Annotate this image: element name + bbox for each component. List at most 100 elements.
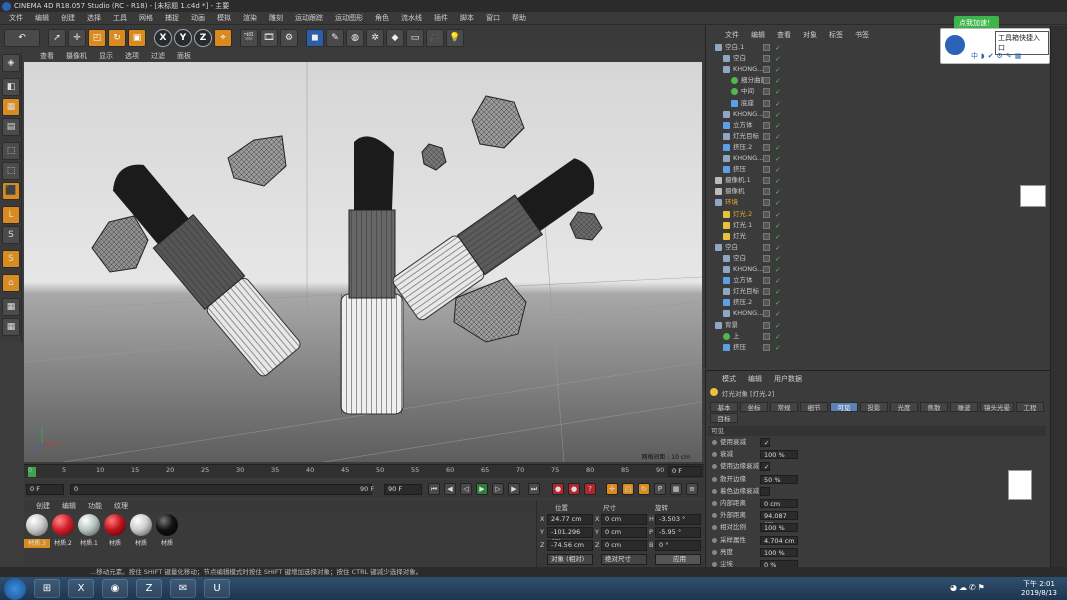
z-axis-icon[interactable]: Z xyxy=(194,29,212,47)
tab-project[interactable]: 工程 xyxy=(1016,402,1044,412)
menu-window[interactable]: 窗口 xyxy=(480,13,506,23)
object-name[interactable]: KHONG... xyxy=(733,64,763,75)
visibility-toggle[interactable] xyxy=(763,277,770,285)
material-label[interactable]: 材质 xyxy=(154,539,180,548)
vp-menu-view[interactable]: 查看 xyxy=(34,51,60,61)
next-key-icon[interactable]: ▶ xyxy=(508,483,520,495)
object-name[interactable]: 立方体 xyxy=(733,120,753,131)
array-icon[interactable]: ✲ xyxy=(366,29,384,47)
record-keys-icon[interactable]: ● xyxy=(552,483,564,495)
x-axis-icon[interactable]: X xyxy=(154,29,172,47)
rotate-icon[interactable]: ↻ xyxy=(108,29,126,47)
material-swatch[interactable] xyxy=(156,514,178,536)
keyframe-selection-icon[interactable]: ? xyxy=(584,483,596,495)
grid-lock-icon[interactable]: ▦ xyxy=(2,318,20,336)
object-name[interactable]: 灯光目标 xyxy=(733,131,759,142)
object-row[interactable]: 摄像机.1 ✓ xyxy=(709,175,1047,186)
attr-menu-edit[interactable]: 编辑 xyxy=(742,374,768,384)
animate-dot-icon[interactable] xyxy=(712,549,717,555)
avatar[interactable] xyxy=(943,33,967,57)
prev-key-icon[interactable]: ◀ xyxy=(444,483,456,495)
attribute-value[interactable]: 100 % xyxy=(760,523,798,533)
next-frame-icon[interactable]: ▷ xyxy=(492,483,504,495)
object-row[interactable]: 挤压.2 ✓ xyxy=(709,142,1047,153)
snap-icon[interactable]: S xyxy=(2,250,20,268)
attribute-value[interactable]: 100 % xyxy=(760,547,798,557)
attribute-value[interactable]: 100 % xyxy=(760,450,798,460)
object-name[interactable]: 立方体 xyxy=(733,275,753,286)
render-picture-viewer-icon[interactable]: 🎞 xyxy=(260,29,278,47)
attribute-value[interactable]: 50 % xyxy=(760,474,798,484)
size-z-field[interactable]: 0 cm xyxy=(601,540,647,551)
tab-noise[interactable]: 噪波 xyxy=(950,402,978,412)
visibility-toggle[interactable] xyxy=(763,266,770,273)
object-row[interactable]: 挤压 ✓ xyxy=(709,342,1047,353)
object-row[interactable]: 空白 ✓ xyxy=(709,253,1047,264)
render-view-icon[interactable]: 🎬 xyxy=(240,29,258,47)
tab-visible[interactable]: 可见 xyxy=(830,402,858,412)
go-to-start-icon[interactable]: ⏮ xyxy=(428,483,440,495)
visibility-toggle[interactable] xyxy=(763,232,770,240)
attribute-value[interactable]: 4.704 cm xyxy=(760,535,798,545)
object-row[interactable]: KHONG... ✓ xyxy=(709,308,1047,319)
attr-menu-mode[interactable]: 模式 xyxy=(716,374,742,384)
menu-create[interactable]: 创建 xyxy=(55,13,81,23)
visibility-toggle[interactable] xyxy=(763,254,770,262)
visibility-toggle[interactable] xyxy=(763,155,770,162)
3d-viewport[interactable] xyxy=(24,62,702,462)
undo-icon[interactable]: ↶ xyxy=(4,29,40,47)
object-name[interactable]: 挤压 xyxy=(733,342,746,353)
menu-animate[interactable]: 动画 xyxy=(185,13,211,23)
om-menu-file[interactable]: 文件 xyxy=(719,30,745,40)
animate-dot-icon[interactable] xyxy=(712,501,717,506)
object-name[interactable]: 背景 xyxy=(725,320,738,331)
menu-script[interactable]: 脚本 xyxy=(454,13,480,23)
object-row[interactable]: 灯光.1 ✓ xyxy=(709,220,1047,231)
object-row[interactable]: KHONG... ✓ xyxy=(709,109,1047,120)
workplane-icon[interactable]: ▤ xyxy=(2,118,20,136)
menu-sculpt[interactable]: 雕刻 xyxy=(263,13,289,23)
visibility-toggle[interactable] xyxy=(763,66,770,74)
object-row[interactable]: 立方体 ✓ xyxy=(709,275,1047,286)
object-name[interactable]: 灯光.1 xyxy=(733,220,752,231)
vp-menu-display[interactable]: 显示 xyxy=(93,51,119,61)
tab-lens-flare[interactable]: 镜头光晕 xyxy=(980,402,1014,412)
apply-button[interactable]: 应用 xyxy=(655,554,701,565)
object-row[interactable]: 灯光目标 ✓ xyxy=(709,286,1047,297)
floating-thumbnail[interactable] xyxy=(1020,185,1046,207)
visibility-toggle[interactable] xyxy=(763,55,770,63)
visibility-toggle[interactable] xyxy=(763,44,770,51)
animate-dot-icon[interactable] xyxy=(712,488,717,494)
object-row[interactable]: 摄像机 ✓ xyxy=(709,186,1047,197)
tab-details[interactable]: 细节 xyxy=(800,402,828,412)
workplane-lock-icon[interactable]: ⌂ xyxy=(2,274,20,292)
mat-menu-texture[interactable]: 纹理 xyxy=(108,501,134,511)
visibility-toggle[interactable] xyxy=(763,321,770,329)
attribute-value[interactable]: 94.087 cm xyxy=(760,511,798,528)
material-label[interactable]: 材质.1 xyxy=(76,539,102,548)
visibility-toggle[interactable] xyxy=(763,199,770,207)
om-menu-bookmarks[interactable]: 书签 xyxy=(849,30,875,40)
visibility-toggle[interactable] xyxy=(763,99,770,107)
animate-dot-icon[interactable] xyxy=(712,440,717,445)
object-name[interactable]: 挤压 xyxy=(733,164,746,175)
object-name[interactable]: KHONG... xyxy=(733,153,763,164)
visibility-toggle[interactable] xyxy=(763,110,770,118)
polygons-mode-icon[interactable]: ⬛ xyxy=(2,182,20,200)
floating-thumbnail[interactable] xyxy=(1008,470,1032,500)
object-row[interactable]: KHONG... ✓ xyxy=(709,153,1047,164)
mat-menu-edit[interactable]: 编辑 xyxy=(56,501,82,511)
menu-pipeline[interactable]: 流水线 xyxy=(395,13,428,23)
object-row[interactable]: 立方体 ✓ xyxy=(709,120,1047,131)
object-name[interactable]: 灯光 xyxy=(733,231,746,242)
vp-menu-options[interactable]: 选项 xyxy=(119,51,145,61)
material-label[interactable]: 材质 xyxy=(102,539,128,548)
object-name[interactable]: 空白 xyxy=(733,253,746,264)
attribute-value[interactable]: ✓ xyxy=(760,462,770,472)
object-name[interactable]: 空白.1 xyxy=(725,42,744,53)
menu-tools[interactable]: 工具 xyxy=(107,13,133,23)
material-label[interactable]: 材质.2 xyxy=(50,539,76,548)
object-name[interactable]: 底座 xyxy=(741,98,754,109)
size-y-field[interactable]: 0 cm xyxy=(601,527,647,538)
key-parameter-icon[interactable]: P xyxy=(654,483,666,495)
